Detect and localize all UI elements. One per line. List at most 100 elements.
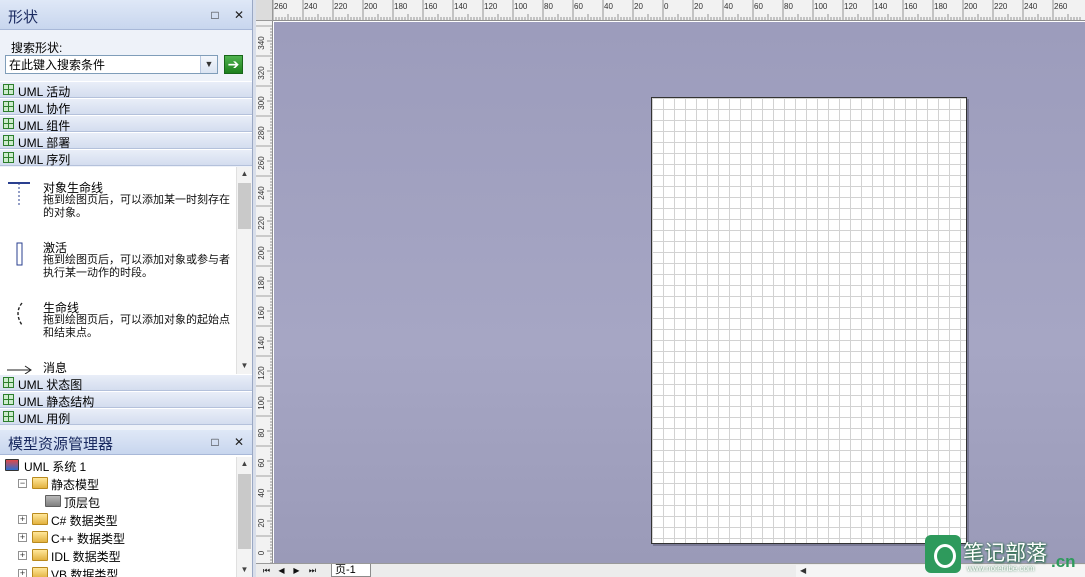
ruler-label: 40: [257, 488, 266, 497]
stencil-icon: [3, 101, 14, 112]
ruler-label: 80: [544, 2, 553, 11]
ruler-label: 100: [814, 2, 828, 11]
ruler-label: 140: [257, 336, 266, 350]
scroll-up-icon[interactable]: ▲: [237, 457, 252, 471]
scroll-up-icon[interactable]: ▲: [237, 167, 252, 181]
stencil-bar[interactable]: UML 组件: [0, 115, 252, 133]
collapse-icon[interactable]: −: [18, 479, 27, 488]
expand-icon[interactable]: +: [18, 515, 27, 524]
shape-item-lifeline[interactable]: 生命线 拖到绘图页后，可以添加对象的起始点和结束点。: [0, 297, 236, 357]
vertical-ruler[interactable]: 340 320 300 280 260 240 220 200 180 160 140 120 100 8…: [256, 21, 273, 563]
expand-icon[interactable]: +: [18, 551, 27, 560]
scroll-thumb[interactable]: [238, 183, 251, 229]
search-label: 搜索形状:: [11, 41, 63, 55]
stencil-icon: [3, 135, 14, 146]
expand-icon[interactable]: +: [18, 569, 27, 577]
stencil-bar[interactable]: UML 状态图: [0, 374, 252, 392]
scroll-left-icon[interactable]: ◀: [800, 565, 806, 577]
stencil-bar[interactable]: UML 序列: [0, 149, 252, 167]
ruler-label: 320: [257, 66, 266, 80]
stencil-bar[interactable]: UML 协作: [0, 98, 252, 116]
expand-icon[interactable]: +: [18, 533, 27, 542]
tree-item-label: UML 系统 1: [24, 460, 87, 474]
ruler-label: 180: [394, 2, 408, 11]
close-icon[interactable]: ✕: [232, 8, 246, 22]
first-page-icon[interactable]: ⏮: [262, 566, 271, 576]
scroll-thumb[interactable]: [238, 474, 251, 549]
shape-item-object-lifeline[interactable]: 对象生命线 拖到绘图页后，可以添加某一时刻存在的对象。: [0, 177, 236, 237]
watermark-logo-icon: [925, 535, 961, 573]
close-icon[interactable]: ✕: [232, 435, 246, 449]
tree-item[interactable]: 顶层包: [31, 493, 236, 511]
shape-item-message[interactable]: 消息: [0, 357, 236, 374]
scroll-down-icon[interactable]: ▼: [237, 359, 252, 373]
model-tree-scrollbar[interactable]: ▲ ▼: [236, 457, 252, 577]
object-lifeline-icon: [8, 182, 30, 207]
horizontal-ruler[interactable]: 260 240 220 200 180 160 140 120 100 80 60 40 20 0 20 40…: [273, 0, 1085, 21]
stencil-bar[interactable]: UML 部署: [0, 132, 252, 150]
pin-icon[interactable]: □: [208, 435, 222, 449]
tree-item-label: VB 数据类型: [51, 568, 119, 577]
vertical-ruler-ticks: 3403203002802602402202001801601401201008…: [256, 25, 272, 563]
ruler-label: 40: [724, 2, 733, 11]
ruler-label: 160: [257, 306, 266, 320]
activation-icon: [16, 242, 23, 266]
stencil-icon: [3, 377, 14, 388]
search-input[interactable]: [6, 56, 199, 73]
drawing-canvas[interactable]: [274, 22, 1085, 563]
next-page-icon[interactable]: ▶: [292, 566, 301, 576]
ruler-label: 300: [257, 96, 266, 110]
page-tab[interactable]: 页-1: [331, 564, 371, 577]
ruler-label: 180: [257, 276, 266, 290]
tree-item[interactable]: + IDL 数据类型: [18, 547, 236, 565]
horizontal-ruler-ticks: 260 240 220 200 180 160 140 120 100 80 60 40 20 0 20 40…: [273, 0, 1081, 20]
model-explorer-title: 模型资源管理器: [8, 436, 114, 453]
stencil-bar[interactable]: UML 静态结构: [0, 391, 252, 409]
shape-description: 拖到绘图页后，可以添加对象的起始点和结束点。: [43, 314, 230, 339]
search-box[interactable]: ▼: [5, 55, 218, 74]
ruler-corner[interactable]: [256, 0, 273, 21]
ruler-label: 40: [604, 2, 613, 11]
shapes-pane-title: 形状: [8, 9, 39, 26]
tree-item[interactable]: + C# 数据类型: [18, 511, 236, 529]
prev-page-icon[interactable]: ◀: [277, 566, 286, 576]
ruler-label: 100: [257, 396, 266, 410]
shape-item-activation[interactable]: 激活 拖到绘图页后，可以添加对象或参与者执行某一动作的时段。: [0, 237, 236, 297]
watermark-text: 笔记部落: [963, 541, 1047, 565]
ruler-label: 200: [257, 246, 266, 260]
tree-item[interactable]: + VB 数据类型: [18, 565, 236, 577]
ruler-label: 120: [257, 366, 266, 380]
drawing-page[interactable]: [651, 97, 967, 544]
ruler-label: 60: [257, 458, 266, 467]
tree-item-label: 顶层包: [64, 496, 101, 510]
folder-icon: [32, 477, 48, 489]
tree-item[interactable]: + C++ 数据类型: [18, 529, 236, 547]
pin-icon[interactable]: □: [208, 8, 222, 22]
watermark-url: www.notetribe.com: [967, 564, 1035, 573]
search-go-button[interactable]: ➔: [224, 55, 243, 74]
scroll-down-icon[interactable]: ▼: [237, 563, 252, 577]
ruler-label: 220: [334, 2, 348, 11]
ruler-label: 120: [484, 2, 498, 11]
folder-icon: [32, 549, 48, 561]
stencil-icon: [3, 84, 14, 95]
ruler-label: 280: [257, 126, 266, 140]
stencil-bar[interactable]: UML 活动: [0, 81, 252, 99]
stencil-bar[interactable]: UML 用例: [0, 408, 252, 426]
ruler-label: 220: [994, 2, 1008, 11]
tree-item[interactable]: − 静态模型: [18, 475, 236, 493]
shape-description: 拖到绘图页后，可以添加对象或参与者执行某一动作的时段。: [43, 254, 230, 279]
tree-item-label: 静态模型: [51, 478, 100, 492]
tree-item[interactable]: UML 系统 1: [5, 457, 235, 475]
ruler-label: 240: [257, 186, 266, 200]
ruler-label: 80: [784, 2, 793, 11]
tree-item-label: C# 数据类型: [51, 514, 118, 528]
uml-system-icon: [5, 459, 19, 471]
ruler-label: 200: [364, 2, 378, 11]
search-dropdown-button[interactable]: ▼: [200, 56, 217, 73]
ruler-label: 260: [1054, 2, 1068, 11]
shape-list-scrollbar[interactable]: ▲ ▼: [236, 167, 252, 374]
last-page-icon[interactable]: ⏭: [308, 566, 317, 576]
shape-name: 消息: [43, 361, 68, 374]
model-explorer-header: 模型资源管理器 □ ✕: [0, 430, 252, 455]
